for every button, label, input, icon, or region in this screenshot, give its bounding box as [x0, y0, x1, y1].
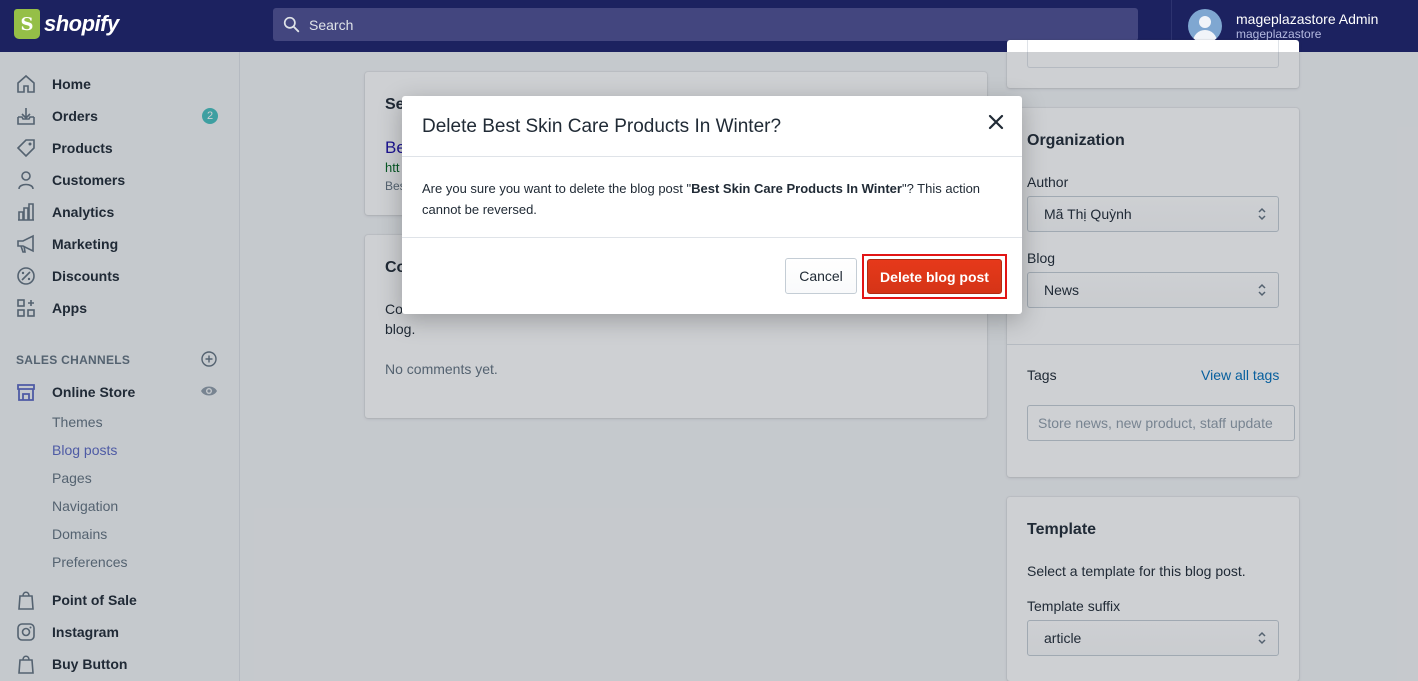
delete-blog-post-button[interactable]: Delete blog post: [867, 259, 1002, 294]
close-icon[interactable]: [986, 112, 1006, 132]
user-name: mageplazastore Admin: [1236, 10, 1379, 27]
modal-header: Delete Best Skin Care Products In Winter…: [402, 96, 1022, 157]
avatar: [1188, 9, 1222, 43]
delete-confirmation-modal: Delete Best Skin Care Products In Winter…: [402, 96, 1022, 314]
search-icon: [283, 16, 300, 33]
modal-body: Are you sure you want to delete the blog…: [422, 178, 992, 220]
search-bar[interactable]: [273, 8, 1138, 41]
shopify-logo[interactable]: S shopify: [14, 9, 119, 39]
cancel-button[interactable]: Cancel: [785, 258, 857, 294]
modal-footer: Cancel Delete blog post: [402, 237, 1022, 314]
modal-title: Delete Best Skin Care Products In Winter…: [422, 116, 782, 137]
brand-name: shopify: [44, 11, 119, 36]
search-input[interactable]: [309, 16, 1089, 33]
modal-body-post-name: Best Skin Care Products In Winter: [691, 181, 902, 196]
shopify-bag-icon: S: [14, 9, 40, 39]
modal-body-prefix: Are you sure you want to delete the blog…: [422, 181, 692, 196]
